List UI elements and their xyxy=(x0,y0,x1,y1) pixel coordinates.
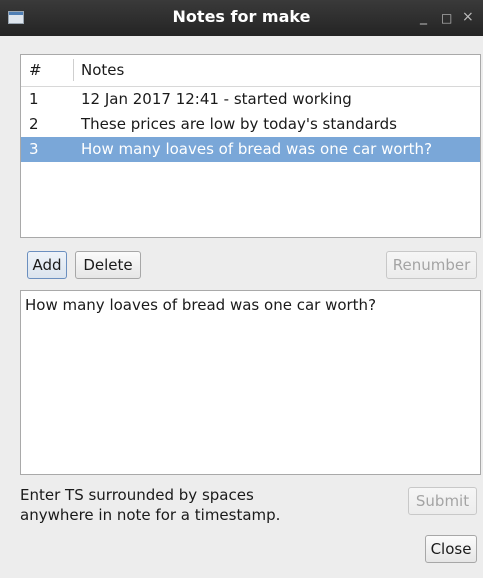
list-item[interactable]: 2 These prices are low by today's standa… xyxy=(21,112,480,137)
title-bar[interactable]: Notes for make _ □ × xyxy=(0,0,483,36)
notes-window: Notes for make _ □ × # Notes 1 12 Jan 20… xyxy=(0,0,483,578)
list-item-selected[interactable]: 3 How many loaves of bread was one car w… xyxy=(21,137,480,162)
submit-button[interactable]: Submit xyxy=(408,487,477,515)
close-icon[interactable]: × xyxy=(462,9,474,25)
column-divider xyxy=(73,59,74,81)
hint-line-1: Enter TS surrounded by spaces xyxy=(20,486,254,504)
timestamp-hint: Enter TS surrounded by spaces anywhere i… xyxy=(20,485,380,525)
note-text: These prices are low by today's standard… xyxy=(81,115,397,133)
note-text: 12 Jan 2017 12:41 - started working xyxy=(81,90,352,108)
notes-list[interactable]: # Notes 1 12 Jan 2017 12:41 - started wo… xyxy=(20,54,481,238)
note-number: 3 xyxy=(29,140,39,158)
note-number: 1 xyxy=(29,90,39,108)
minimize-icon[interactable]: _ xyxy=(420,9,427,25)
column-header-number[interactable]: # xyxy=(29,61,42,79)
renumber-button[interactable]: Renumber xyxy=(386,251,477,279)
window-title: Notes for make xyxy=(172,7,311,26)
note-number: 2 xyxy=(29,115,39,133)
list-item[interactable]: 1 12 Jan 2017 12:41 - started working xyxy=(21,87,480,112)
add-button[interactable]: Add xyxy=(27,251,67,279)
hint-line-2: anywhere in note for a timestamp. xyxy=(20,506,281,524)
column-header-notes[interactable]: Notes xyxy=(81,61,124,79)
maximize-icon[interactable]: □ xyxy=(441,11,452,25)
note-editor[interactable]: How many loaves of bread was one car wor… xyxy=(20,290,481,475)
note-text: How many loaves of bread was one car wor… xyxy=(81,140,433,158)
close-button[interactable]: Close xyxy=(425,535,477,563)
delete-button[interactable]: Delete xyxy=(75,251,141,279)
list-header: # Notes xyxy=(21,55,480,87)
